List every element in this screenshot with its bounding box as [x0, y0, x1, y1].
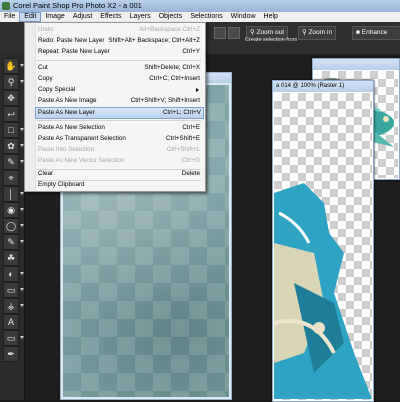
menu-item-empty-clipboard[interactable]: Empty Clipboard — [36, 180, 202, 190]
submenu-arrow-icon — [196, 88, 199, 92]
toolbar-icon-a[interactable] — [214, 27, 226, 39]
makeover-tool-icon[interactable]: ◉ — [3, 202, 24, 218]
enhance-button[interactable]: ■ Enhance — [352, 26, 400, 40]
shape-tool-icon[interactable]: ▭ — [3, 330, 24, 346]
menu-edit[interactable]: Edit — [19, 12, 42, 22]
lighten-darken-icon[interactable]: ◐ — [3, 266, 24, 282]
move-tool-icon[interactable]: ✥ — [3, 90, 19, 106]
fill-tool-icon[interactable]: ⚶ — [3, 298, 24, 314]
menu-selections[interactable]: Selections — [186, 12, 226, 22]
selection-tool-icon[interactable]: □ — [3, 122, 24, 138]
enhance-icon: ■ — [356, 29, 360, 36]
eraser-tool-icon[interactable]: ▭ — [3, 282, 24, 298]
document-window-dress[interactable]: a 014 @ 100% (Raster 1) — [272, 80, 374, 402]
tools-palette: ✋ ⚲ ✥ ⮠ □ ✿ ✎ ⌖ │ ◉ ◯ ✎ ☘ ◐ ▭ ⚶ A ▭ ✒ — [0, 54, 25, 400]
crop-tool-icon[interactable]: ⌖ — [3, 170, 19, 186]
pick-tool-icon[interactable]: ⮠ — [3, 106, 19, 122]
zoom-out-icon: ⚲ — [250, 29, 255, 36]
document-dress-caption: a 014 @ 100% (Raster 1) — [273, 81, 373, 92]
menu-item-paste-new-layer[interactable]: Paste As New Layer Ctrl+L; Ctrl+V — [35, 107, 204, 119]
menu-effects[interactable]: Effects — [96, 12, 125, 22]
menu-image[interactable]: Image — [41, 12, 68, 22]
menu-file[interactable]: File — [0, 12, 19, 22]
menu-objects[interactable]: Objects — [155, 12, 187, 22]
zoom-in-icon: ⚲ — [302, 29, 307, 36]
menu-item-clear[interactable]: Clear Delete — [36, 169, 202, 179]
document-fish-caption — [313, 59, 399, 70]
pan-tool-icon[interactable]: ✋ — [3, 58, 24, 74]
menu-item-copy[interactable]: Copy Ctrl+C; Ctrl+Insert — [36, 74, 202, 84]
menu-item-paste-into-selection: Paste Into Selection Ctrl+Shift+L — [38, 146, 200, 153]
app-icon — [2, 2, 10, 10]
menu-layers[interactable]: Layers — [126, 12, 155, 22]
paint-brush-icon[interactable]: ✎ — [3, 234, 24, 250]
menu-item-copy-special[interactable]: Copy Special — [36, 85, 202, 95]
zoom-in-button[interactable]: ⚲ Zoom in — [298, 26, 337, 40]
straighten-tool-icon[interactable]: │ — [3, 186, 24, 202]
menu-item-paste-transparent-selection[interactable]: Paste As Transparent Selection Ctrl+Shift… — [36, 134, 202, 144]
menu-item-repeat[interactable]: Repeat: Paste New Layer Ctrl+Y — [36, 47, 202, 57]
dress-artwork — [274, 183, 372, 399]
menu-window[interactable]: Window — [227, 12, 260, 22]
airbrush-icon[interactable]: ☘ — [3, 250, 19, 266]
menu-item-redo[interactable]: Redo: Paste New Layer Shift+Alt+ Backspac… — [36, 36, 202, 46]
menu-item-paste-vector-selection: Paste As New Vector Selection Ctrl+G — [38, 157, 200, 164]
menu-item-undo: Undo Alt+Backspace Ctrl+Z — [38, 26, 200, 33]
menu-item-cut[interactable]: Cut Shift+Delete; Ctrl+X — [36, 63, 202, 73]
menu-help[interactable]: Help — [260, 12, 282, 22]
create-selection-label: Create selection from — [245, 37, 298, 43]
menu-separator — [37, 120, 201, 121]
menu-item-paste-new-selection[interactable]: Paste As New Selection Ctrl+E — [36, 123, 202, 133]
window-title: Corel Paint Shop Pro Photo X2 - a 001 — [13, 1, 142, 10]
text-tool-icon[interactable]: A — [3, 314, 19, 330]
menu-separator — [37, 60, 201, 61]
dropper-tool-icon[interactable]: ✎ — [3, 154, 24, 170]
menu-adjust[interactable]: Adjust — [69, 12, 96, 22]
freehand-selection-icon[interactable]: ✿ — [3, 138, 24, 154]
pen-tool-icon[interactable]: ✒ — [3, 346, 19, 362]
document-dress-canvas[interactable] — [274, 93, 372, 400]
edit-menu: Undo Alt+Backspace Ctrl+Z Redo: Paste New… — [24, 22, 206, 192]
menu-item-paste-new-image[interactable]: Paste As New Image Ctrl+Shift+V; Shift+In… — [36, 96, 202, 106]
zoom-tool-icon[interactable]: ⚲ — [3, 74, 24, 90]
toolbar-icon-b[interactable] — [228, 27, 240, 39]
clone-tool-icon[interactable]: ◯ — [3, 218, 24, 234]
